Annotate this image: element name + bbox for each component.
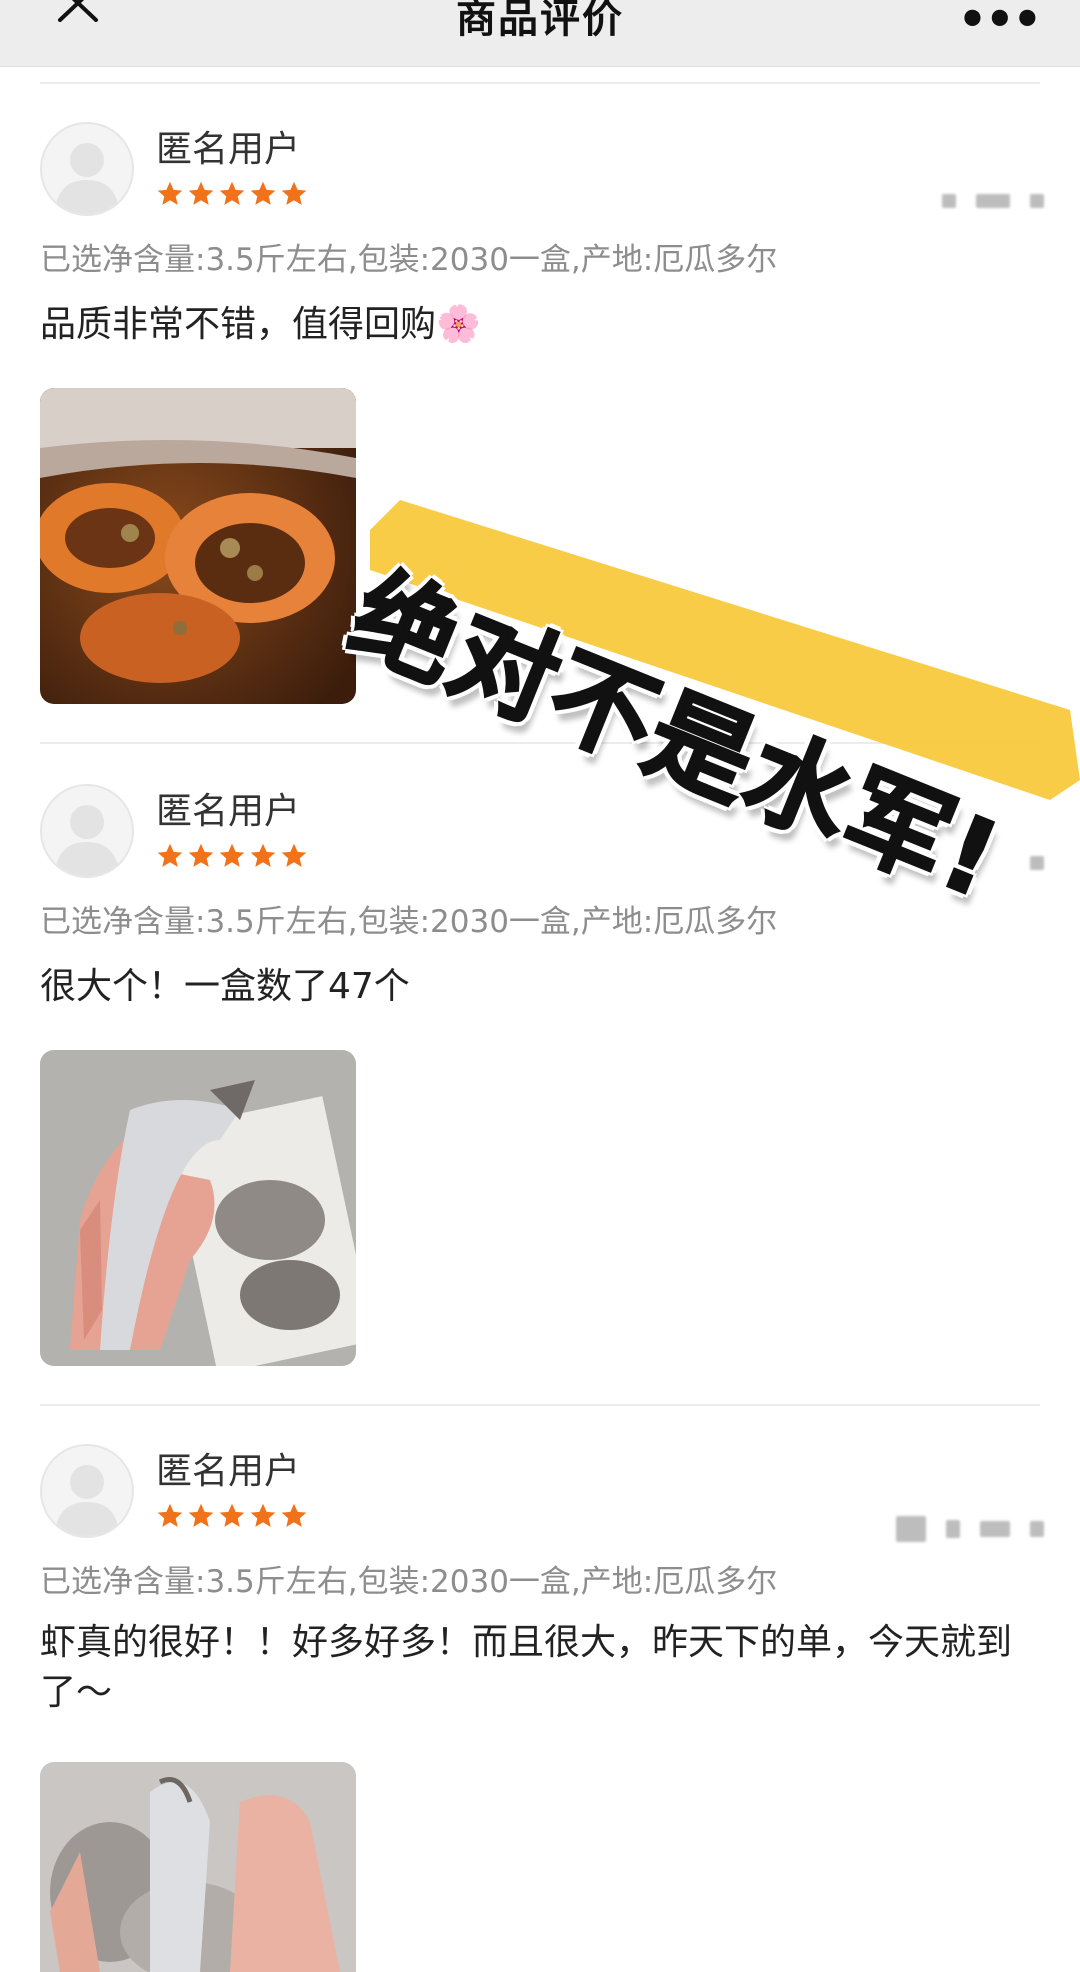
product-spec: 已选净含量:3.5斤左右,包装:2030一盒,产地:厄瓜多尔 bbox=[40, 904, 778, 940]
user-avatar-icon[interactable] bbox=[40, 122, 134, 216]
review-divider bbox=[40, 742, 1040, 744]
review-comment: 虾真的很好！！好多好多！而且很大，昨天下的单，今天就到了～ bbox=[40, 1622, 1013, 1713]
star-icon bbox=[157, 181, 183, 205]
star-icon bbox=[219, 181, 245, 205]
reviewer-name: 匿名用户 bbox=[156, 1451, 301, 1492]
star-icon bbox=[157, 843, 183, 867]
star-icon bbox=[219, 843, 245, 867]
top-navigation-bar: 商品评价 ••• bbox=[0, 0, 1080, 67]
review-photo[interactable] bbox=[40, 1050, 356, 1366]
star-icon bbox=[157, 1503, 183, 1527]
more-icon: ••• bbox=[957, 0, 1042, 46]
review-photo[interactable] bbox=[40, 388, 356, 704]
product-spec: 已选净含量:3.5斤左右,包装:2030一盒,产地:厄瓜多尔 bbox=[40, 1564, 778, 1600]
review-comment: 品质非常不错，值得回购🌸 bbox=[40, 304, 481, 345]
star-rating bbox=[156, 180, 308, 210]
star-icon bbox=[281, 181, 307, 205]
star-icon bbox=[219, 1503, 245, 1527]
reviewer-name: 匿名用户 bbox=[156, 129, 301, 170]
star-icon bbox=[281, 1503, 307, 1527]
star-icon bbox=[188, 843, 214, 867]
header-divider bbox=[40, 82, 1040, 84]
review-date-blurred bbox=[924, 856, 1044, 870]
star-icon bbox=[188, 1503, 214, 1527]
review-photo[interactable] bbox=[40, 1762, 356, 1972]
star-rating bbox=[156, 1502, 308, 1532]
sticker-text-layer: 绝对不是水军! bbox=[334, 380, 1080, 924]
star-icon bbox=[281, 843, 307, 867]
review-date-blurred bbox=[896, 1516, 1044, 1542]
user-avatar-icon[interactable] bbox=[40, 1444, 134, 1538]
star-rating bbox=[156, 842, 308, 872]
review-divider bbox=[40, 1404, 1040, 1406]
reviewer-name: 匿名用户 bbox=[156, 791, 301, 832]
review-comment: 很大个！一盒数了47个 bbox=[40, 966, 410, 1007]
more-options-button[interactable]: ••• bbox=[957, 0, 1042, 46]
star-icon bbox=[250, 1503, 276, 1527]
promo-sticker: 绝对不是水军! bbox=[334, 380, 1080, 924]
sticker-text: 绝对不是水军! bbox=[334, 551, 1018, 924]
user-avatar-icon[interactable] bbox=[40, 784, 134, 878]
page-title: 商品评价 bbox=[456, 0, 624, 42]
star-icon bbox=[250, 181, 276, 205]
yellow-highlight-stroke bbox=[370, 500, 1080, 800]
product-spec: 已选净含量:3.5斤左右,包装:2030一盒,产地:厄瓜多尔 bbox=[40, 242, 778, 278]
review-date-blurred bbox=[942, 194, 1044, 208]
star-icon bbox=[188, 181, 214, 205]
star-icon bbox=[250, 843, 276, 867]
